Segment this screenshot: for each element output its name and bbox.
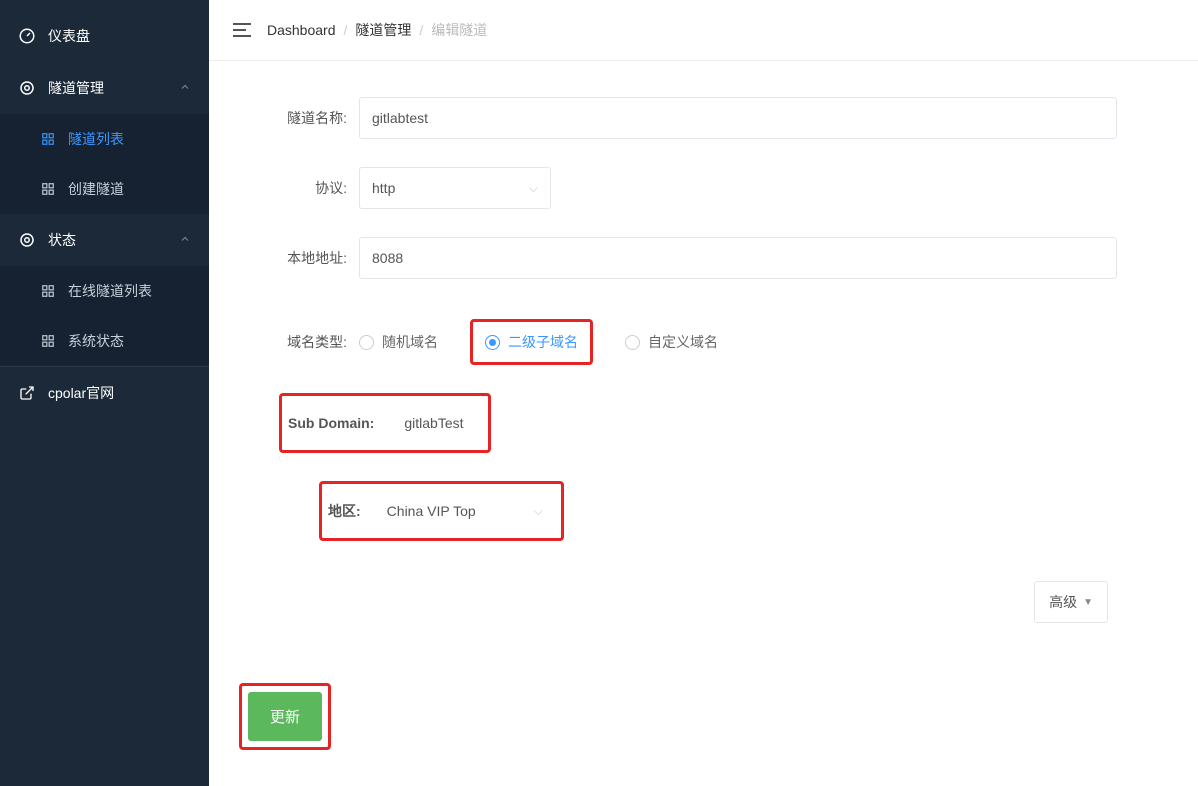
chevron-up-icon [179, 80, 191, 96]
breadcrumb-sep: / [344, 22, 348, 38]
protocol-value: http [372, 180, 395, 196]
update-button[interactable]: 更新 [248, 692, 322, 741]
create-tunnel-label: 创建隧道 [68, 179, 124, 199]
sub-domain-input[interactable] [392, 402, 482, 444]
radio-custom-domain[interactable]: 自定义域名 [625, 332, 718, 352]
advanced-button[interactable]: 高级 ▼ [1034, 581, 1108, 623]
breadcrumb-current: 编辑隧道 [431, 20, 487, 40]
radio-custom-label: 自定义域名 [648, 332, 718, 352]
status-icon [18, 231, 36, 249]
grid-icon [40, 333, 56, 349]
breadcrumb: Dashboard / 隧道管理 / 编辑隧道 [267, 20, 487, 40]
region-value: China VIP Top [387, 503, 476, 519]
sidebar-item-online-tunnels[interactable]: 在线隧道列表 [0, 266, 209, 316]
protocol-select[interactable]: http ⌵ [359, 167, 551, 209]
region-label: 地区: [328, 501, 361, 521]
chevron-down-icon: ⌵ [529, 181, 538, 196]
dashboard-label: 仪表盘 [48, 26, 90, 46]
grid-icon [40, 131, 56, 147]
tunnel-list-label: 隧道列表 [68, 129, 124, 149]
protocol-label: 协议: [239, 178, 359, 198]
main-content: Dashboard / 隧道管理 / 编辑隧道 隧道名称: 协议: http ⌵… [209, 0, 1198, 786]
caret-down-icon: ▼ [1083, 597, 1093, 608]
topbar: Dashboard / 隧道管理 / 编辑隧道 [209, 0, 1198, 61]
gauge-icon [18, 27, 36, 45]
local-addr-input[interactable] [359, 237, 1117, 279]
grid-icon [40, 283, 56, 299]
tunnel-mgmt-label: 隧道管理 [48, 78, 104, 98]
breadcrumb-tunnel-mgmt[interactable]: 隧道管理 [355, 20, 411, 40]
sidebar-item-create-tunnel[interactable]: 创建隧道 [0, 164, 209, 214]
local-addr-label: 本地地址: [239, 248, 359, 268]
sidebar-item-system-status[interactable]: 系统状态 [0, 316, 209, 366]
sidebar-item-tunnel-list[interactable]: 隧道列表 [0, 114, 209, 164]
grid-icon [40, 181, 56, 197]
sidebar-item-tunnel-mgmt[interactable]: 隧道管理 [0, 62, 209, 114]
external-link-icon [18, 384, 36, 402]
domain-type-label: 域名类型: [239, 332, 359, 352]
menu-toggle-icon[interactable] [233, 23, 251, 37]
highlight-box: 二级子域名 [470, 319, 593, 365]
radio-random-domain[interactable]: 随机域名 [359, 332, 438, 352]
status-label: 状态 [48, 230, 76, 250]
radio-subdomain-label: 二级子域名 [508, 332, 578, 352]
radio-subdomain[interactable]: 二级子域名 [485, 332, 578, 352]
region-select[interactable]: China VIP Top ⌵ [375, 490, 555, 532]
sidebar-item-status[interactable]: 状态 [0, 214, 209, 266]
tunnel-icon [18, 79, 36, 97]
breadcrumb-sep: / [419, 22, 423, 38]
radio-icon [625, 335, 640, 350]
tunnel-name-input[interactable] [359, 97, 1117, 139]
sidebar-item-dashboard[interactable]: 仪表盘 [0, 10, 209, 62]
advanced-label: 高级 [1049, 592, 1077, 612]
sidebar: 仪表盘 隧道管理 隧道列表 创建隧道 [0, 0, 209, 786]
system-status-label: 系统状态 [68, 331, 124, 351]
radio-icon [485, 335, 500, 350]
highlight-box: 更新 [239, 683, 331, 750]
radio-icon [359, 335, 374, 350]
sub-domain-label: Sub Domain: [288, 415, 374, 431]
radio-random-label: 随机域名 [382, 332, 438, 352]
chevron-down-icon: ⌵ [534, 504, 543, 519]
breadcrumb-dashboard[interactable]: Dashboard [267, 22, 336, 38]
sidebar-item-cpolar[interactable]: cpolar官网 [0, 366, 209, 419]
highlight-box: 地区: China VIP Top ⌵ [319, 481, 564, 541]
chevron-up-icon [179, 232, 191, 248]
tunnel-name-label: 隧道名称: [239, 108, 359, 128]
online-tunnels-label: 在线隧道列表 [68, 281, 152, 301]
highlight-box: Sub Domain: [279, 393, 491, 453]
cpolar-label: cpolar官网 [48, 383, 114, 403]
